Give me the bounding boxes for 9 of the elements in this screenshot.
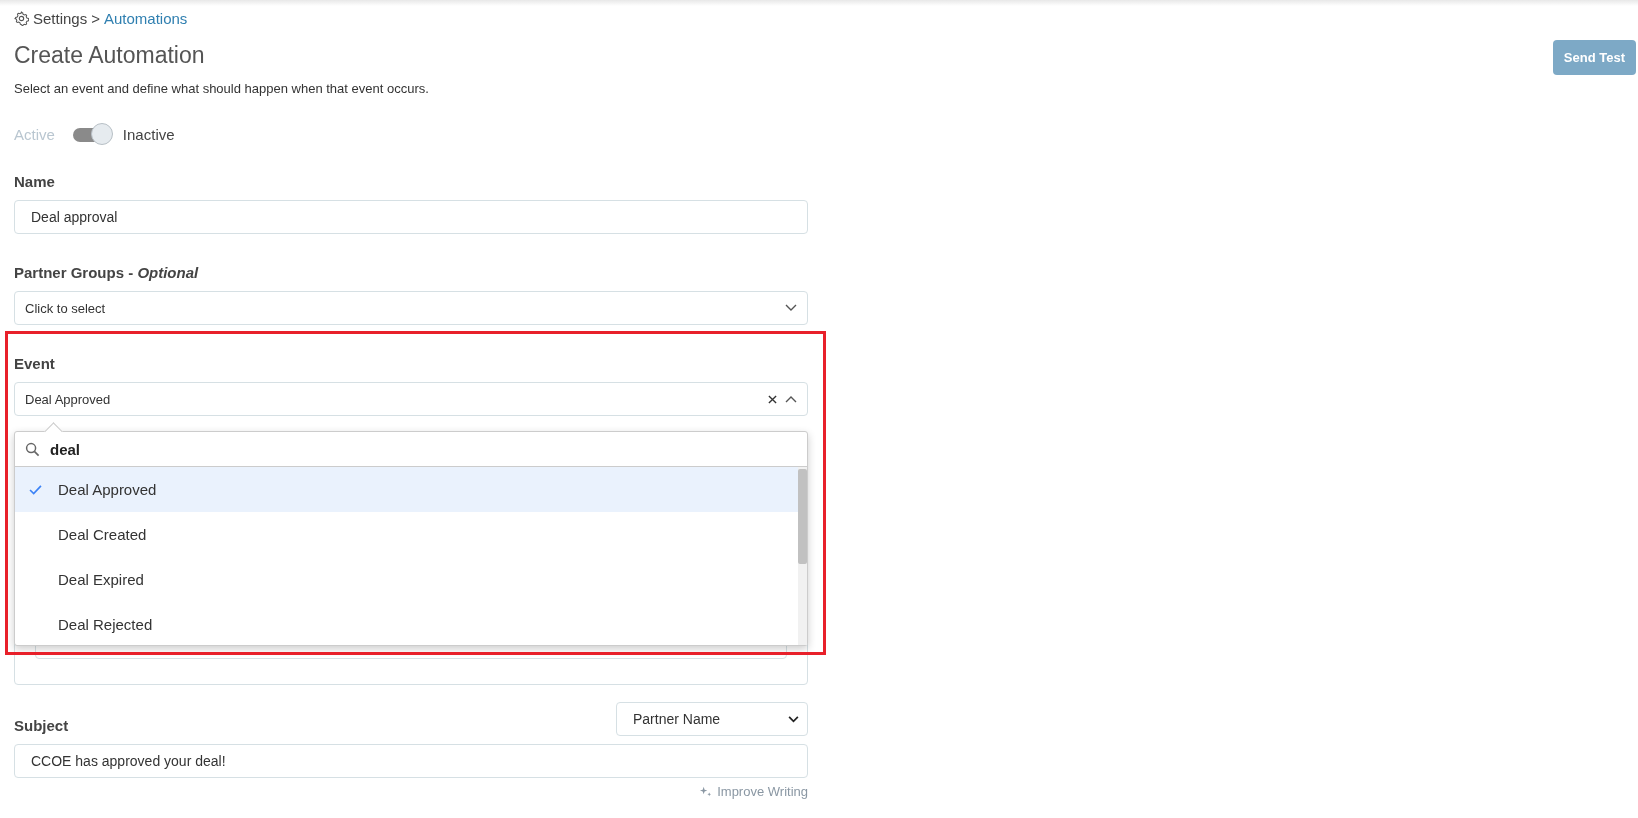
field-label: Subject <box>14 717 69 734</box>
toggle-label: Inactive <box>122 126 175 143</box>
field-label: Event <box>14 355 56 372</box>
breadcrumb-separator: > <box>91 9 100 27</box>
field-label: Partner Groups - Optional <box>14 264 200 281</box>
field-label: Name <box>14 173 56 190</box>
toggle-label: Active <box>14 126 55 143</box>
page-description: Select an event and define what should happen when that event occurs. <box>14 81 430 96</box>
page-title: Create Automation <box>14 42 205 69</box>
